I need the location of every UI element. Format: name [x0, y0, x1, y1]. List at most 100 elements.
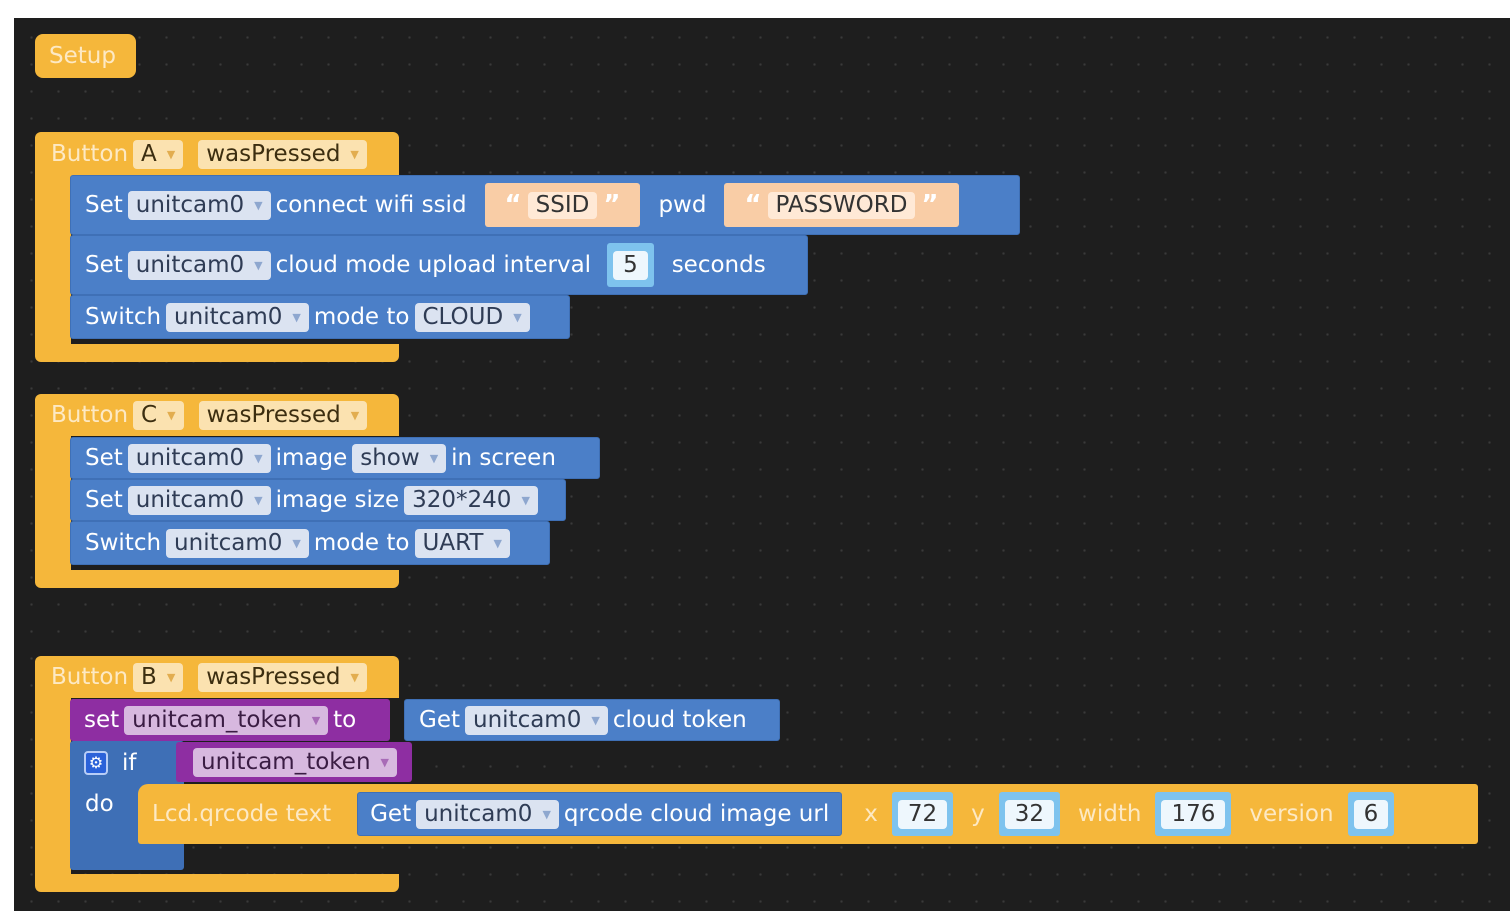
x-value[interactable]: 72 [897, 799, 948, 829]
device-select[interactable]: unitcam0 ▼ [127, 485, 271, 515]
quote-open-icon: “ [744, 190, 762, 220]
upload-interval-block[interactable]: Set unitcam0 ▼ cloud mode upload interval… [70, 235, 808, 295]
get-qrcode-url-block[interactable]: Get unitcam0 ▼ qrcode cloud image url [357, 792, 843, 836]
switch-mode-cloud-block[interactable]: Switch unitcam0 ▼ mode to CLOUD ▼ [70, 295, 570, 339]
dropdown-arrow-icon: ▼ [254, 258, 263, 272]
quote-close-icon: ” [921, 190, 939, 220]
set-keyword: Set [85, 251, 123, 278]
dropdown-arrow-icon: ▼ [254, 198, 263, 212]
event-select-value: wasPressed [206, 401, 341, 428]
dropdown-arrow-icon: ▼ [254, 451, 263, 465]
device-select[interactable]: unitcam0 ▼ [127, 443, 271, 473]
dropdown-arrow-icon: ▼ [380, 755, 389, 769]
version-value[interactable]: 6 [1353, 799, 1389, 829]
button-keyword: Button [51, 140, 129, 167]
qrcode-label: Lcd.qrcode text [152, 800, 332, 827]
image-option-value: show [360, 444, 420, 471]
if-keyword: if [122, 749, 137, 776]
do-label-row: do [85, 791, 114, 817]
button-keyword: Button [51, 401, 129, 428]
dropdown-arrow-icon: ▼ [292, 536, 301, 550]
mode-to-text: mode to [313, 529, 410, 556]
y-number-block[interactable]: 32 [998, 792, 1061, 836]
variable-select-value: unitcam_token [132, 706, 302, 733]
device-select[interactable]: unitcam0 ▼ [166, 528, 309, 558]
dropdown-arrow-icon: ▼ [166, 147, 176, 161]
password-value[interactable]: PASSWORD [767, 191, 916, 219]
button-c-spine [35, 434, 71, 574]
event-select[interactable]: wasPressed ▼ [198, 662, 367, 692]
lcd-qrcode-block[interactable]: Lcd.qrcode text Get unitcam0 ▼ qrcode clo… [138, 784, 1478, 844]
dropdown-arrow-icon: ▼ [521, 493, 530, 507]
dropdown-arrow-icon: ▼ [311, 713, 321, 727]
device-select-value: unitcam0 [135, 191, 245, 218]
button-select[interactable]: A ▼ [133, 139, 184, 169]
button-select[interactable]: C ▼ [133, 400, 184, 430]
set-variable-block[interactable]: set unitcam_token ▼ to [70, 699, 390, 741]
mode-to-text: mode to [313, 303, 410, 330]
dropdown-arrow-icon: ▼ [591, 713, 600, 727]
set-keyword: Set [85, 444, 123, 471]
button-a-spine [35, 174, 71, 346]
gear-icon[interactable]: ⚙ [84, 751, 108, 775]
event-select-value: wasPressed [206, 140, 341, 167]
event-select[interactable]: wasPressed ▼ [198, 400, 368, 430]
button-a-event-block[interactable]: Button A ▼ wasPressed ▼ [35, 132, 399, 176]
interval-number-block[interactable]: 5 [607, 243, 654, 287]
dropdown-arrow-icon: ▼ [513, 310, 522, 324]
get-cloud-token-block[interactable]: Get unitcam0 ▼ cloud token [404, 699, 780, 741]
device-select[interactable]: unitcam0 ▼ [166, 302, 309, 332]
image-show-block[interactable]: Set unitcam0 ▼ image show ▼ in screen [70, 437, 600, 479]
interval-text: cloud mode upload interval [275, 251, 592, 278]
device-select[interactable]: unitcam0 ▼ [416, 799, 559, 829]
image-option-select[interactable]: show ▼ [352, 443, 447, 473]
dropdown-arrow-icon: ▼ [350, 147, 359, 161]
wifi-text: connect wifi ssid [275, 191, 467, 218]
y-label: y [971, 800, 985, 827]
dropdown-arrow-icon: ▼ [542, 807, 551, 821]
button-b-footer [35, 874, 399, 892]
device-select[interactable]: unitcam0 ▼ [127, 250, 271, 280]
wifi-connect-block[interactable]: Set unitcam0 ▼ connect wifi ssid “ SSID ”… [70, 175, 1020, 235]
blockly-workspace[interactable]: Setup Button A ▼ wasPressed ▼ Set unitcam0… [14, 18, 1510, 911]
device-select[interactable]: unitcam0 ▼ [465, 705, 608, 735]
variable-get-block[interactable]: unitcam_token ▼ [176, 742, 412, 782]
dropdown-arrow-icon: ▼ [350, 670, 359, 684]
quote-close-icon: ” [603, 190, 621, 220]
x-number-block[interactable]: 72 [891, 792, 954, 836]
dropdown-arrow-icon: ▼ [292, 310, 301, 324]
width-value[interactable]: 176 [1161, 799, 1226, 829]
mode-select[interactable]: CLOUD ▼ [414, 302, 530, 332]
setup-label: Setup [49, 42, 116, 69]
width-number-block[interactable]: 176 [1155, 792, 1232, 836]
y-value[interactable]: 32 [1004, 799, 1055, 829]
button-b-event-block[interactable]: Button B ▼ wasPressed ▼ [35, 656, 399, 698]
switch-mode-uart-block[interactable]: Switch unitcam0 ▼ mode to UART ▼ [70, 521, 550, 565]
interval-value[interactable]: 5 [613, 250, 648, 280]
button-select[interactable]: B ▼ [133, 662, 184, 692]
button-keyword: Button [51, 663, 129, 690]
variable-select[interactable]: unitcam_token ▼ [193, 747, 397, 777]
setup-block[interactable]: Setup [35, 34, 136, 78]
set-keyword: Set [85, 191, 123, 218]
device-select-value: unitcam0 [174, 303, 283, 330]
button-c-event-block[interactable]: Button C ▼ wasPressed ▼ [35, 394, 399, 436]
device-select[interactable]: unitcam0 ▼ [127, 190, 271, 220]
event-select-value: wasPressed [206, 663, 341, 690]
variable-select[interactable]: unitcam_token ▼ [124, 705, 329, 735]
device-select-value: unitcam0 [135, 486, 245, 513]
ssid-value[interactable]: SSID [527, 191, 598, 219]
password-string-block[interactable]: “ PASSWORD ” [724, 183, 959, 227]
image-size-value: 320*240 [412, 486, 512, 513]
event-select[interactable]: wasPressed ▼ [198, 139, 367, 169]
mode-select[interactable]: UART ▼ [414, 528, 510, 558]
device-select-value: unitcam0 [135, 444, 245, 471]
version-number-block[interactable]: 6 [1347, 792, 1395, 836]
if-header-row: ⚙ if [84, 750, 137, 776]
ssid-string-block[interactable]: “ SSID ” [484, 183, 641, 227]
image-text: image [275, 444, 348, 471]
image-size-select[interactable]: 320*240 ▼ [404, 485, 538, 515]
to-keyword: to [333, 706, 357, 733]
device-select-value: unitcam0 [424, 800, 533, 827]
image-size-block[interactable]: Set unitcam0 ▼ image size 320*240 ▼ [70, 479, 566, 521]
